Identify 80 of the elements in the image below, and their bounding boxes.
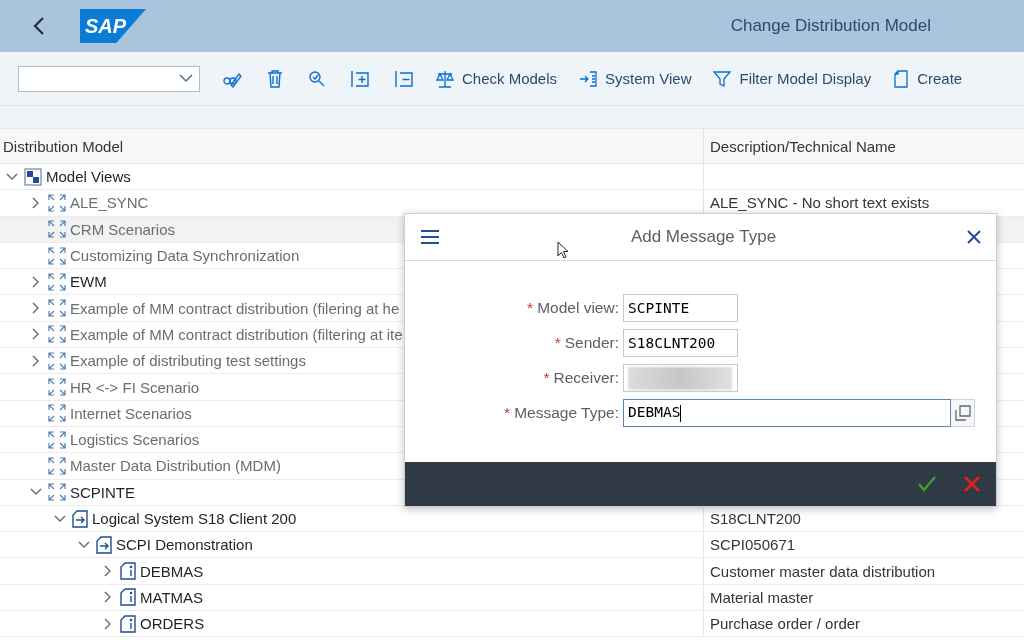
tree-item[interactable]: Example of distributing test settings	[70, 352, 306, 370]
menu-icon[interactable]	[420, 229, 440, 245]
expand-arrows-icon	[48, 299, 66, 318]
description-cell: Customer master data distribution	[710, 562, 936, 580]
column-header: Description/Technical Name	[709, 136, 897, 157]
add-row-icon[interactable]	[350, 68, 370, 89]
column-header: Distribution Model	[0, 129, 704, 163]
field-label: Model view:	[537, 299, 619, 316]
info-document-icon	[120, 562, 136, 581]
back-icon[interactable]	[32, 15, 46, 37]
info-document-icon	[120, 614, 136, 633]
required-asterisk: *	[527, 299, 534, 316]
required-asterisk: *	[504, 404, 511, 421]
tree-item[interactable]: Customizing Data Synchronization	[70, 247, 300, 265]
trash-icon[interactable]	[266, 68, 284, 89]
tree-item[interactable]: ORDERS	[140, 615, 205, 633]
info-document-icon	[120, 588, 136, 607]
required-asterisk: *	[543, 369, 550, 386]
page-title: Change Distribution Model	[730, 16, 931, 36]
tree-item[interactable]: Internet Scenarios	[70, 404, 192, 422]
tree-item[interactable]: MATMAS	[140, 588, 204, 606]
input-field[interactable]: S18CLNT200	[623, 329, 738, 357]
expand-arrows-icon	[48, 404, 66, 423]
expand-arrows-icon	[48, 246, 66, 265]
checkmark-icon[interactable]	[918, 476, 936, 492]
tree-item[interactable]: SCPI Demonstration	[116, 536, 253, 554]
expand-arrows-icon	[48, 351, 66, 370]
chevron-down-icon	[179, 74, 193, 83]
search-icon[interactable]	[308, 69, 326, 88]
tree-item[interactable]: Example of MM contract distribution (filering at he	[70, 299, 400, 317]
mouse-cursor-icon	[557, 241, 569, 259]
tree-item[interactable]: HR <-> FI Scenario	[70, 378, 200, 396]
required-asterisk: *	[554, 334, 561, 351]
field-label: Sender:	[564, 334, 619, 351]
tree-item[interactable]: EWM	[70, 273, 107, 291]
input-field[interactable]: DEBMAS	[623, 399, 951, 427]
tree-item[interactable]: SCPINTE	[70, 483, 135, 501]
expand-arrows-icon	[48, 220, 66, 239]
toolbar-button[interactable]: Filter Model Display	[713, 69, 872, 88]
tree-item[interactable]: ALE_SYNC	[70, 194, 149, 212]
expand-arrows-icon	[48, 378, 66, 396]
tree-item[interactable]: Master Data Distribution (MDM)	[70, 457, 281, 475]
cancel-icon[interactable]	[964, 476, 980, 492]
description-cell: SCPI050671	[710, 536, 796, 554]
input-field[interactable]	[623, 364, 738, 392]
document-arrow-icon	[96, 535, 112, 554]
expand-arrows-icon	[48, 456, 66, 475]
expand-arrows-icon	[48, 272, 66, 291]
toolbar-button[interactable]: Create	[893, 69, 963, 88]
document-arrow-icon	[72, 509, 88, 528]
tree-item[interactable]: Logistics Scenarios	[70, 431, 200, 449]
expand-arrows-icon	[48, 325, 66, 344]
expand-arrows-icon	[48, 483, 66, 502]
toolbar-button[interactable]: System View	[579, 69, 692, 88]
description-cell: Material master	[710, 588, 814, 606]
description-cell: S18CLNT200	[710, 510, 801, 527]
tree-item[interactable]: DEBMAS	[140, 562, 204, 580]
tree-item[interactable]: Example of MM contract distribution (filtering at ite	[70, 325, 403, 343]
description-cell: ALE_SYNC - No short text exists	[710, 194, 930, 212]
arrow-into-list-icon	[579, 69, 598, 88]
tree-item[interactable]: Model Views	[46, 168, 131, 186]
tree-item[interactable]: CRM Scenarios	[70, 220, 176, 238]
filter-icon	[713, 69, 732, 88]
sap-logo: SAP	[80, 9, 146, 43]
tree-item[interactable]: Logical System S18 Client 200	[92, 510, 297, 527]
close-icon[interactable]	[967, 230, 981, 244]
expand-arrows-icon	[48, 430, 66, 449]
toolbar-button[interactable]: Check Models	[436, 69, 558, 88]
dialog-title: Add Message Type	[630, 227, 777, 247]
description-cell: Purchase order / order	[710, 615, 861, 633]
dropdown-field[interactable]	[18, 65, 200, 92]
document-icon	[893, 69, 910, 88]
remove-row-icon[interactable]	[394, 68, 414, 89]
grid-icon	[24, 167, 42, 186]
field-label: Message Type:	[514, 404, 619, 421]
value-help-button[interactable]	[951, 399, 975, 427]
scale-icon	[436, 69, 454, 88]
field-label: Receiver:	[553, 369, 619, 386]
input-field[interactable]: SCPINTE	[623, 294, 738, 322]
expand-arrows-icon	[48, 193, 66, 212]
